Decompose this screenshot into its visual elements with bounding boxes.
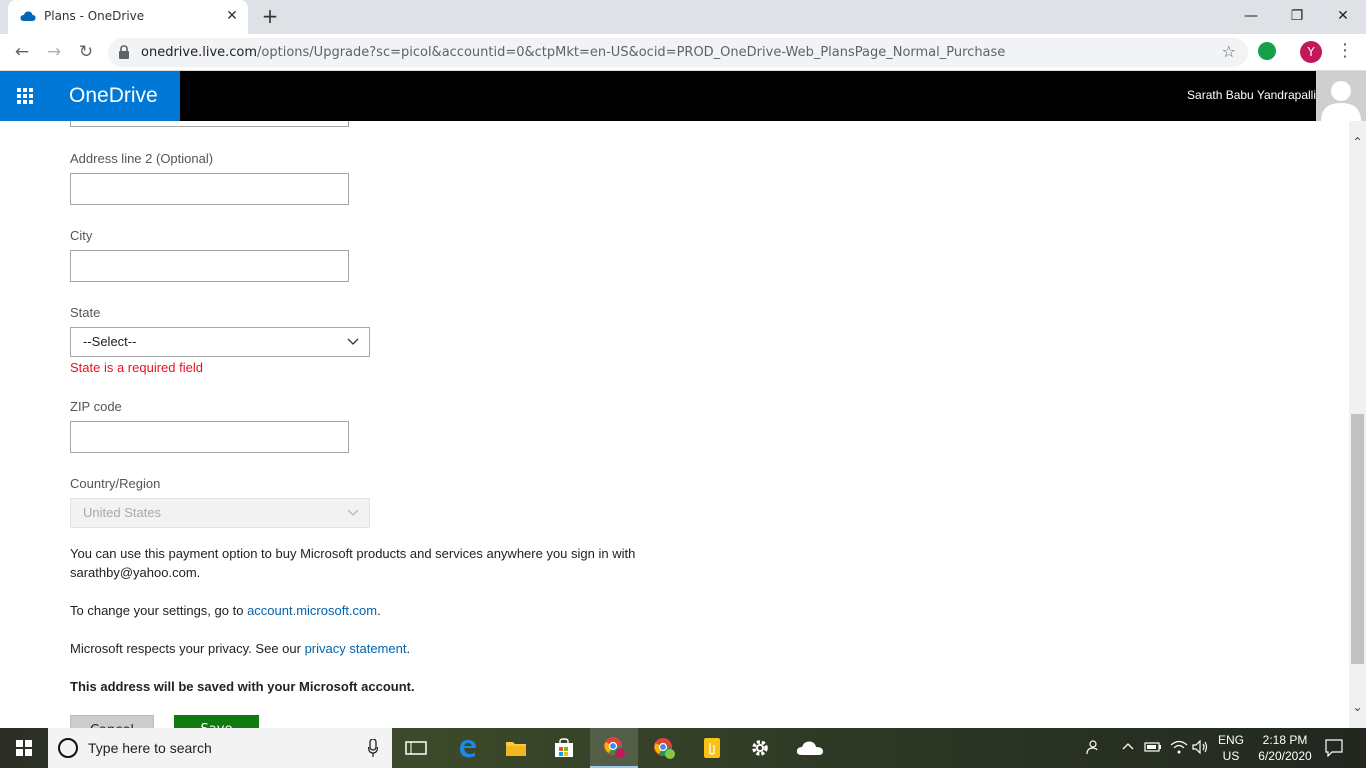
scroll-down-icon[interactable]: ⌄ bbox=[1349, 700, 1366, 714]
people-icon[interactable] bbox=[1086, 739, 1102, 755]
edge-icon bbox=[460, 740, 476, 758]
onedrive-header: OneDrive Sarath Babu Yandrapalli bbox=[0, 71, 1366, 121]
settings-text-after: . bbox=[377, 603, 381, 618]
address-bar[interactable]: onedrive.live.com/options/Upgrade?sc=pic… bbox=[108, 38, 1248, 67]
privacy-text-after: . bbox=[406, 641, 411, 656]
page-scrollbar[interactable]: ⌃ ⌄ bbox=[1349, 121, 1366, 728]
taskbar-search-box[interactable]: Type here to search bbox=[48, 728, 392, 768]
chrome-button[interactable] bbox=[640, 728, 688, 768]
country-select-value: United States bbox=[83, 505, 162, 520]
browser-toolbar: ← → ↻ onedrive.live.com/options/Upgrade?… bbox=[0, 34, 1366, 71]
reload-button[interactable]: ↻ bbox=[73, 40, 99, 64]
chevron-down-icon bbox=[347, 509, 359, 516]
clock-date[interactable]: 6/20/2020 bbox=[1250, 749, 1320, 763]
tab-title: Plans - OneDrive bbox=[44, 9, 145, 23]
profile-avatar[interactable]: Y bbox=[1300, 41, 1322, 63]
country-select: United States bbox=[70, 498, 370, 528]
onedrive-favicon-icon bbox=[20, 11, 36, 21]
tab-close-icon[interactable]: ✕ bbox=[224, 8, 240, 24]
onedrive-tray-button[interactable] bbox=[786, 728, 834, 768]
app-launcher-button[interactable] bbox=[0, 71, 50, 121]
lock-icon bbox=[119, 45, 129, 59]
city-input[interactable] bbox=[70, 250, 349, 282]
chevron-up-icon[interactable] bbox=[1122, 742, 1134, 750]
wifi-icon[interactable] bbox=[1170, 740, 1188, 754]
user-avatar[interactable] bbox=[1316, 71, 1366, 121]
back-button[interactable]: ← bbox=[9, 40, 35, 64]
billing-address-form: Address line 2 (Optional) City State --S… bbox=[70, 121, 1340, 728]
task-view-button[interactable] bbox=[392, 728, 440, 768]
microsoft-store-button[interactable] bbox=[540, 728, 588, 768]
chrome-profile-button[interactable] bbox=[590, 728, 638, 768]
account-microsoft-link[interactable]: account.microsoft.com bbox=[247, 603, 377, 618]
privacy-text: Microsoft respects your privacy. See our… bbox=[70, 639, 710, 658]
restore-button[interactable]: ❐ bbox=[1274, 4, 1320, 28]
taskbar-search-placeholder: Type here to search bbox=[88, 740, 212, 756]
new-tab-button[interactable]: + bbox=[260, 6, 280, 26]
close-window-button[interactable]: ✕ bbox=[1320, 4, 1366, 28]
settings-text-before: To change your settings, go to bbox=[70, 603, 248, 618]
browser-menu-icon[interactable]: ⋮ bbox=[1336, 42, 1354, 60]
language-indicator[interactable]: ENG bbox=[1216, 733, 1246, 747]
payment-info-text: You can use this payment option to buy M… bbox=[70, 546, 636, 580]
chrome-profile-icon bbox=[604, 737, 625, 758]
onedrive-icon bbox=[796, 741, 823, 755]
volume-icon[interactable] bbox=[1192, 740, 1210, 754]
chrome-icon bbox=[654, 738, 675, 759]
country-label: Country/Region bbox=[70, 476, 161, 491]
state-label: State bbox=[70, 305, 101, 320]
tab-plans-onedrive[interactable]: Plans - OneDrive ✕ bbox=[8, 0, 248, 34]
chevron-down-icon bbox=[347, 338, 359, 345]
settings-text: To change your settings, go to account.m… bbox=[70, 601, 710, 620]
clock-time[interactable]: 2:18 PM bbox=[1250, 733, 1320, 747]
user-name[interactable]: Sarath Babu Yandrapalli bbox=[1187, 88, 1316, 102]
url-text: onedrive.live.com/options/Upgrade?sc=pic… bbox=[141, 45, 1005, 60]
start-button[interactable] bbox=[0, 728, 48, 768]
city-label: City bbox=[70, 228, 93, 243]
state-select[interactable]: --Select-- bbox=[70, 327, 370, 357]
zip-input[interactable] bbox=[70, 421, 349, 453]
sticky-notes-button[interactable] bbox=[688, 728, 736, 768]
cortana-icon bbox=[58, 738, 78, 758]
settings-button[interactable] bbox=[736, 728, 784, 768]
waffle-icon bbox=[17, 88, 33, 104]
grammarly-extension-icon[interactable] bbox=[1258, 42, 1276, 60]
sticky-notes-icon bbox=[704, 738, 720, 758]
forward-button[interactable]: → bbox=[41, 40, 67, 64]
task-view-icon bbox=[405, 741, 427, 755]
user-silhouette-icon bbox=[1316, 71, 1366, 121]
privacy-text-before: Microsoft respects your privacy. See our bbox=[70, 641, 305, 656]
bookmark-star-icon[interactable]: ☆ bbox=[1222, 42, 1236, 61]
notification-center-icon[interactable] bbox=[1325, 739, 1343, 757]
file-explorer-button[interactable] bbox=[492, 728, 540, 768]
browser-tab-bar: Plans - OneDrive ✕ + — ❐ ✕ bbox=[0, 0, 1366, 34]
settings-icon bbox=[752, 740, 768, 756]
cancel-button[interactable]: Cancel bbox=[70, 715, 154, 728]
microphone-icon[interactable] bbox=[368, 739, 378, 757]
minimize-button[interactable]: — bbox=[1228, 4, 1274, 28]
zip-label: ZIP code bbox=[70, 399, 122, 414]
url-path: /options/Upgrade?sc=picol&accountid=0&ct… bbox=[257, 45, 1006, 60]
scroll-up-icon[interactable]: ⌃ bbox=[1349, 135, 1366, 149]
store-icon bbox=[555, 738, 573, 757]
windows-logo-icon bbox=[16, 740, 32, 756]
state-error-message: State is a required field bbox=[70, 360, 203, 375]
address-line2-input[interactable] bbox=[70, 173, 349, 205]
save-address-note: This address will be saved with your Mic… bbox=[70, 679, 415, 694]
address-line1-input[interactable] bbox=[70, 121, 349, 127]
region-indicator[interactable]: US bbox=[1216, 749, 1246, 763]
address2-label: Address line 2 (Optional) bbox=[70, 151, 214, 166]
file-explorer-icon bbox=[506, 742, 526, 756]
url-host: onedrive.live.com bbox=[141, 45, 258, 60]
battery-icon[interactable] bbox=[1144, 740, 1162, 754]
state-select-value: --Select-- bbox=[83, 334, 137, 349]
windows-taskbar: Type here to search ENG US 2:18 PM 6/20/… bbox=[0, 728, 1366, 768]
save-button[interactable]: Save bbox=[174, 715, 259, 728]
onedrive-brand-link[interactable]: OneDrive bbox=[50, 71, 180, 121]
edge-button[interactable] bbox=[444, 728, 492, 768]
scroll-thumb[interactable] bbox=[1351, 414, 1364, 664]
privacy-statement-link[interactable]: privacy statement bbox=[305, 641, 407, 656]
